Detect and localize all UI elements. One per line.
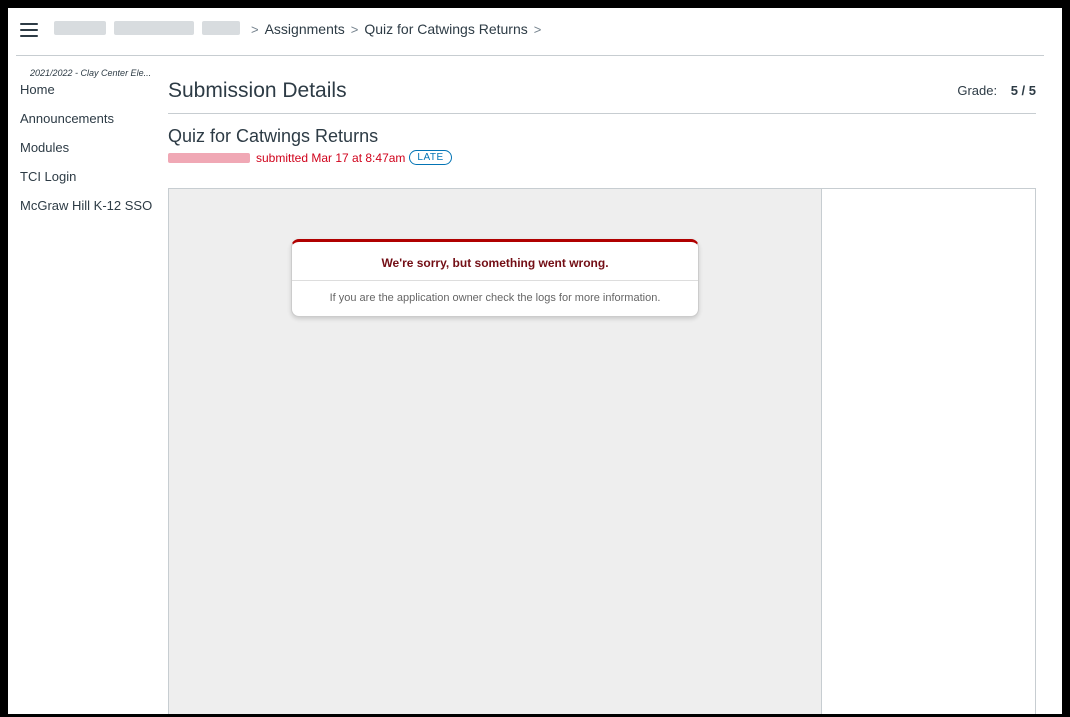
late-badge: LATE: [409, 150, 452, 165]
blurred-breadcrumb-course[interactable]: [54, 21, 106, 35]
error-title: We're sorry, but something went wrong.: [292, 242, 698, 281]
preview-frame[interactable]: We're sorry, but something went wrong. I…: [169, 189, 822, 714]
nav-item-modules[interactable]: Modules: [20, 140, 155, 156]
hamburger-icon[interactable]: [20, 23, 38, 37]
grade-value: 5 / 5: [1010, 83, 1036, 98]
page-title: Submission Details: [168, 78, 347, 102]
quiz-title: Quiz for Catwings Returns: [168, 126, 379, 146]
blurred-breadcrumb-section[interactable]: [202, 21, 240, 35]
submission-viewer: We're sorry, but something went wrong. I…: [168, 188, 1036, 714]
nav-item-tci-login[interactable]: TCI Login: [20, 169, 155, 185]
breadcrumb-assignments[interactable]: Assignments: [265, 21, 345, 37]
main-content: Submission Details Grade: 5 / 5 Quiz for…: [168, 68, 1036, 714]
nav-item-home[interactable]: Home: [20, 82, 155, 98]
comments-sidebar: [822, 189, 1035, 714]
header-bar: > Assignments > Quiz for Catwings Return…: [16, 8, 1044, 56]
app-window: > Assignments > Quiz for Catwings Return…: [8, 8, 1062, 714]
submitted-text: submitted Mar 17 at 8:47am: [256, 150, 406, 165]
breadcrumb-separator: >: [350, 21, 359, 37]
error-message: If you are the application owner check t…: [329, 292, 661, 304]
grade-label: Grade:: [957, 83, 998, 98]
nav-item-mcgraw-hill[interactable]: McGraw Hill K-12 SSO: [20, 198, 155, 214]
breadcrumb-separator: >: [251, 21, 259, 37]
blurred-breadcrumb-course-name[interactable]: [114, 21, 194, 35]
title-row: Submission Details Grade: 5 / 5: [168, 68, 1036, 114]
error-dialog: We're sorry, but something went wrong. I…: [291, 239, 699, 317]
breadcrumb-separator: >: [533, 21, 542, 37]
term-label: 2021/2022 - Clay Center Ele...: [30, 68, 152, 78]
submission-status: submitted Mar 17 at 8:47am LATE: [168, 150, 1036, 165]
breadcrumb-quiz[interactable]: Quiz for Catwings Returns: [364, 21, 527, 37]
grade-display: Grade: 5 / 5: [957, 83, 1036, 98]
nav-item-announcements[interactable]: Announcements: [20, 111, 155, 127]
course-nav: 2021/2022 - Clay Center Ele... Home Anno…: [20, 68, 155, 227]
blurred-student-name: [168, 152, 250, 163]
breadcrumb: > Assignments > Quiz for Catwings Return…: [251, 21, 541, 37]
